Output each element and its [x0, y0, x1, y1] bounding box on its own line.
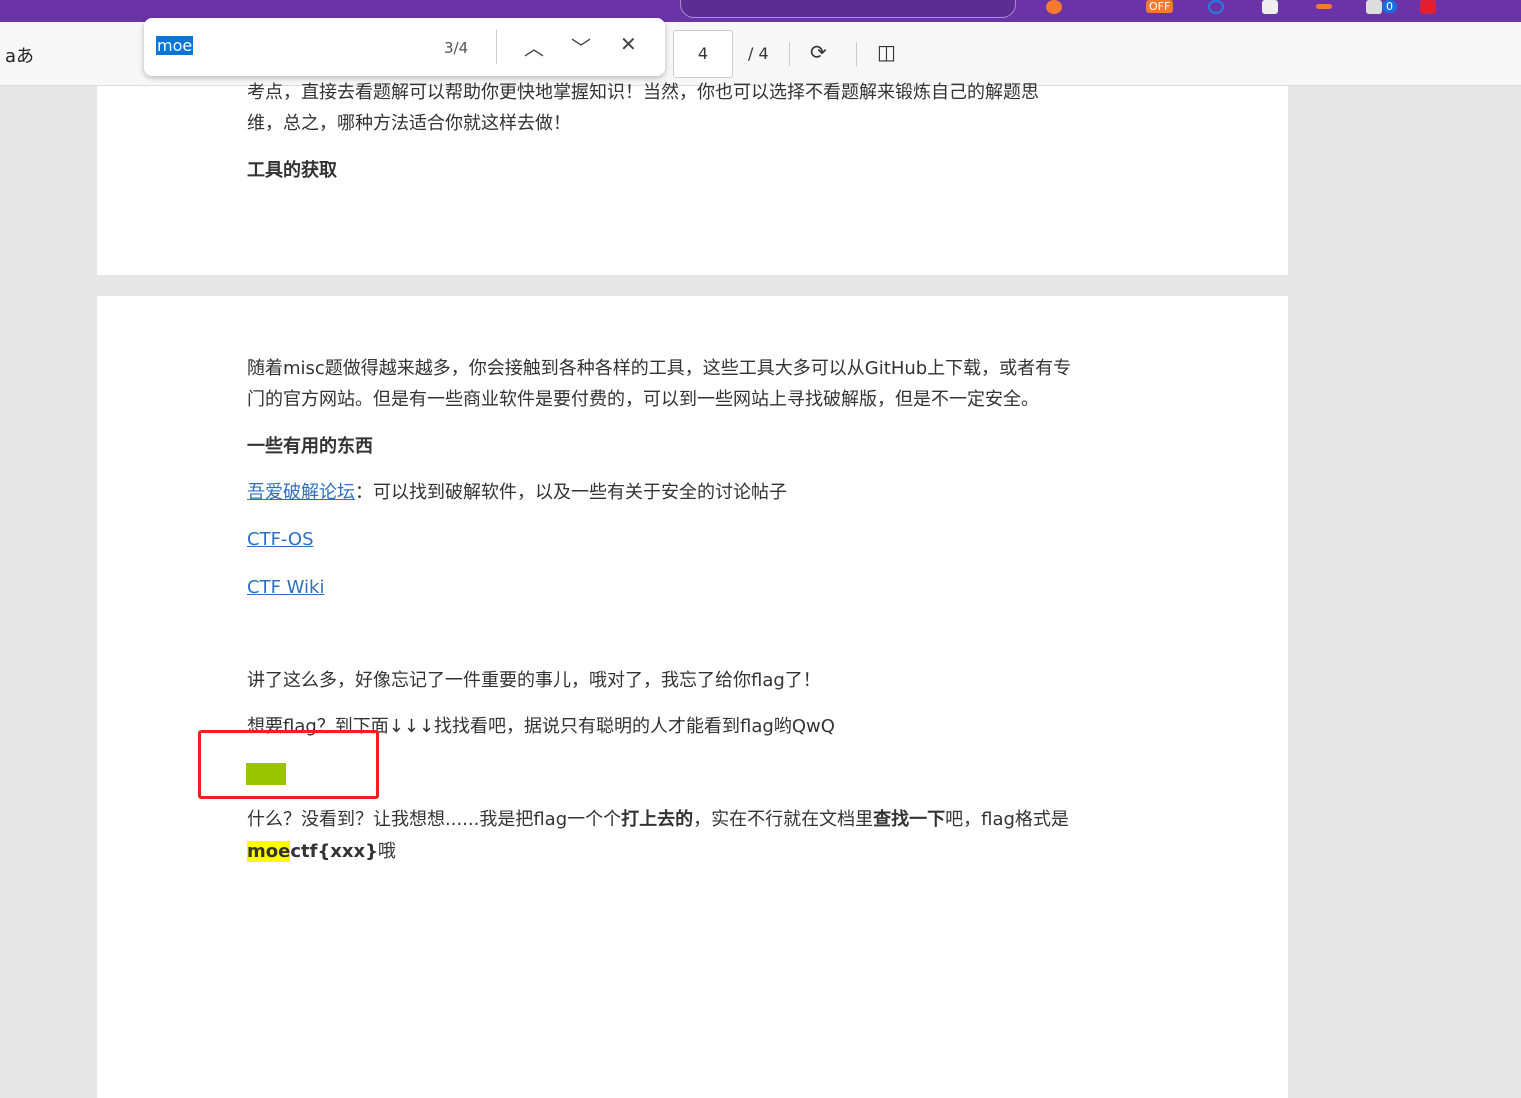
- red-annotation-box: [198, 730, 379, 799]
- link-description: ：可以找到破解软件，以及一些有关于安全的讨论帖子: [355, 482, 787, 503]
- address-bar[interactable]: [680, 0, 1016, 18]
- paragraph: moectf{xxx}哦: [247, 836, 396, 867]
- page-number-input[interactable]: 4: [673, 30, 733, 78]
- list-item: 吾爱破解论坛：可以找到破解软件，以及一些有关于安全的讨论帖子: [247, 477, 787, 508]
- extension-icon[interactable]: [1420, 0, 1436, 14]
- paragraph: 讲了这么多，好像忘记了一件重要的事儿，哦对了，我忘了给你flag了！: [247, 670, 821, 691]
- divider: [496, 30, 497, 64]
- search-match-highlight: moe: [247, 841, 291, 862]
- divider: [856, 42, 857, 66]
- heading: 一些有用的东西: [247, 436, 373, 457]
- read-aloud-button[interactable]: aあ: [5, 42, 34, 68]
- extension-icon[interactable]: [1262, 0, 1278, 14]
- page-total: / 4: [748, 44, 769, 63]
- extension-off-badge[interactable]: OFF: [1146, 0, 1174, 13]
- find-match-count: 3/4: [444, 39, 469, 57]
- paragraph: 考点，直接去看题解可以帮助你更快地掌握知识！当然，你也可以选择不看题解来锻炼自己…: [247, 82, 1039, 103]
- chevron-up-icon[interactable]: ︿: [524, 32, 544, 61]
- bold-text: 打上去的: [621, 809, 694, 830]
- extension-icon[interactable]: [1046, 0, 1062, 14]
- paragraph: 什么？没看到？让我想想......我是把flag一个个打上去的，实在不行就在文档…: [247, 804, 1069, 835]
- extension-icon[interactable]: [1208, 0, 1224, 14]
- extension-icon[interactable]: [1366, 0, 1382, 14]
- heading: 工具的获取: [247, 160, 337, 181]
- paragraph: 随着misc题做得越来越多，你会接触到各种各样的工具，这些工具大多可以从GitH…: [247, 358, 1072, 379]
- link-ctf-wiki[interactable]: CTF Wiki: [247, 577, 324, 598]
- find-input[interactable]: moe: [156, 36, 194, 55]
- paragraph: 门的官方网站。但是有一些商业软件是要付费的，可以到一些网站上寻找破解版，但是不一…: [247, 389, 1039, 410]
- paragraph: 维，总之，哪种方法适合你就这样去做！: [247, 113, 571, 134]
- rotate-icon[interactable]: ⟳: [810, 40, 827, 64]
- text: 吧，flag格式是: [945, 809, 1069, 830]
- extension-icon[interactable]: [1316, 4, 1332, 9]
- chevron-down-icon[interactable]: ﹀: [571, 32, 591, 61]
- text: 什么？没看到？让我想想......我是把flag一个个: [247, 809, 622, 830]
- find-bar: moe 3/4 ︿ ﹀ ✕: [144, 18, 665, 76]
- link-52pojie[interactable]: 吾爱破解论坛: [247, 482, 355, 503]
- text: 哦: [377, 841, 396, 862]
- link-ctf-os[interactable]: CTF-OS: [247, 529, 314, 550]
- divider: [789, 42, 790, 66]
- text: ，实在不行就在文档里: [693, 809, 874, 830]
- notification-count: 0: [1382, 0, 1397, 13]
- bold-text: 查找一下: [873, 809, 946, 830]
- close-icon[interactable]: ✕: [620, 32, 637, 56]
- flag-format: ctf{xxx}: [290, 841, 378, 862]
- pdf-page-4: [97, 296, 1288, 1098]
- page-view-icon[interactable]: ◫: [877, 40, 896, 64]
